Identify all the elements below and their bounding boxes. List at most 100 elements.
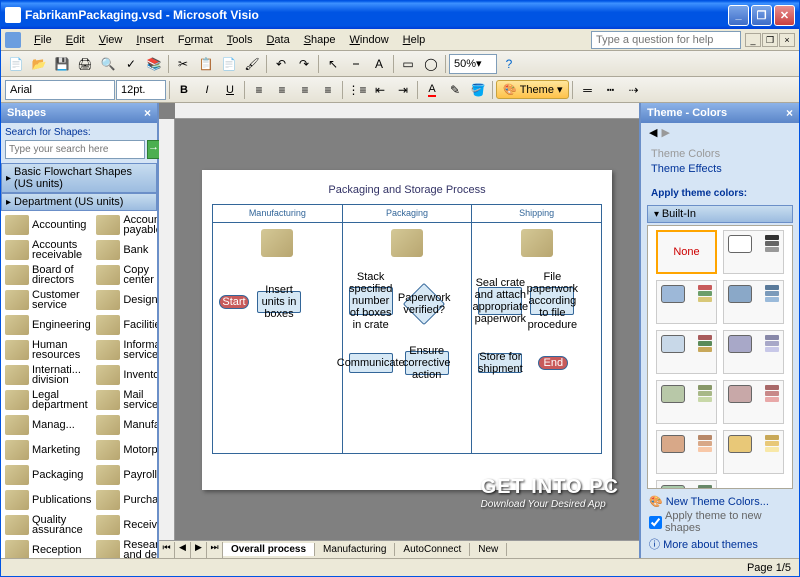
text-button[interactable]: A: [368, 53, 390, 75]
mdi-minimize-button[interactable]: _: [745, 33, 761, 47]
shape-item[interactable]: Human resources: [3, 338, 93, 362]
shape-item[interactable]: Design: [94, 288, 157, 312]
print-button[interactable]: 🖨: [74, 53, 96, 75]
shape-item[interactable]: Receiving: [94, 513, 157, 537]
line-color-button[interactable]: ✎: [444, 79, 466, 101]
mdi-restore-button[interactable]: ❐: [762, 33, 778, 47]
theme-colors-link[interactable]: Theme Colors: [651, 148, 789, 160]
theme-swatch[interactable]: [656, 280, 717, 324]
shape-item[interactable]: Facilities: [94, 313, 157, 337]
bold-button[interactable]: B: [173, 79, 195, 101]
shapes-close-button[interactable]: ×: [144, 106, 151, 120]
builtin-header[interactable]: ▾ Built-In: [647, 205, 793, 223]
shape-item[interactable]: Copy center: [94, 263, 157, 287]
paste-button[interactable]: 📄: [218, 53, 240, 75]
format-painter-button[interactable]: 🖌: [241, 53, 263, 75]
menu-help[interactable]: Help: [396, 32, 433, 48]
menu-window[interactable]: Window: [343, 32, 396, 48]
line-ends-button[interactable]: ⇢: [622, 79, 644, 101]
new-button[interactable]: 📄: [5, 53, 27, 75]
justify-button[interactable]: ≡: [317, 79, 339, 101]
menu-data[interactable]: Data: [259, 32, 296, 48]
tab-last-button[interactable]: ⏭: [207, 542, 223, 558]
shape-item[interactable]: Motorpool: [94, 438, 157, 462]
decrease-indent-button[interactable]: ⇤: [369, 79, 391, 101]
connector-button[interactable]: ⎯: [345, 53, 367, 75]
save-button[interactable]: 💾: [51, 53, 73, 75]
font-color-button[interactable]: A: [421, 79, 443, 101]
theme-swatch-none[interactable]: None: [656, 230, 717, 274]
theme-swatch[interactable]: [723, 330, 784, 374]
ellipse-button[interactable]: ◯: [420, 53, 442, 75]
terminator-start[interactable]: Start: [219, 295, 249, 309]
stencil-header-department[interactable]: ▸ Department (US units): [1, 193, 157, 211]
cut-button[interactable]: ✂: [172, 53, 194, 75]
theme-effects-link[interactable]: Theme Effects: [651, 163, 789, 175]
page-tab[interactable]: Manufacturing: [315, 543, 395, 556]
theme-swatch[interactable]: [723, 380, 784, 424]
shape-item[interactable]: Legal department: [3, 388, 93, 412]
redo-button[interactable]: ↷: [293, 53, 315, 75]
spelling-button[interactable]: ✓: [120, 53, 142, 75]
menu-format[interactable]: Format: [171, 32, 220, 48]
theme-swatch[interactable]: [723, 430, 784, 474]
mdi-close-button[interactable]: ×: [779, 33, 795, 47]
process-box[interactable]: Insert units in boxes: [257, 291, 301, 313]
shape-item[interactable]: Marketing: [3, 438, 93, 462]
align-center-button[interactable]: ≡: [271, 79, 293, 101]
visio-icon[interactable]: [5, 32, 21, 48]
menu-edit[interactable]: Edit: [59, 32, 92, 48]
open-button[interactable]: 📂: [28, 53, 50, 75]
undo-button[interactable]: ↶: [270, 53, 292, 75]
more-about-themes-link[interactable]: ⓘ More about themes: [649, 534, 791, 554]
process-box[interactable]: File paperwork according to file procedu…: [530, 287, 574, 315]
menu-file[interactable]: File: [27, 32, 59, 48]
back-button[interactable]: ◀: [649, 126, 657, 139]
shape-item[interactable]: Accounts payable: [94, 213, 157, 237]
underline-button[interactable]: U: [219, 79, 241, 101]
theme-swatch[interactable]: [723, 280, 784, 324]
theme-swatch[interactable]: [656, 430, 717, 474]
increase-indent-button[interactable]: ⇥: [392, 79, 414, 101]
shape-item[interactable]: Customer service: [3, 288, 93, 312]
shape-item[interactable]: Accounting: [3, 213, 93, 237]
shape-item[interactable]: Engineering: [3, 313, 93, 337]
theme-swatch[interactable]: [656, 380, 717, 424]
terminator-end[interactable]: End: [538, 356, 568, 370]
theme-close-button[interactable]: ×: [786, 106, 793, 120]
shape-item[interactable]: Payroll: [94, 463, 157, 487]
tab-first-button[interactable]: ⏮: [159, 542, 175, 558]
tab-next-button[interactable]: ▶: [191, 542, 207, 558]
shape-item[interactable]: Inventory: [94, 363, 157, 387]
line-weight-button[interactable]: ═: [576, 79, 598, 101]
theme-swatch[interactable]: [656, 480, 717, 489]
page-tab[interactable]: New: [470, 543, 507, 556]
menu-view[interactable]: View: [92, 32, 130, 48]
shape-item[interactable]: Internati... division: [3, 363, 93, 387]
align-left-button[interactable]: ≡: [248, 79, 270, 101]
forward-button[interactable]: ▶: [661, 126, 669, 139]
research-button[interactable]: 📚: [143, 53, 165, 75]
minimize-button[interactable]: _: [728, 5, 749, 26]
process-box[interactable]: Communicate: [349, 353, 393, 373]
shape-item[interactable]: Bank: [94, 238, 157, 262]
tab-prev-button[interactable]: ◀: [175, 542, 191, 558]
shape-item[interactable]: Board of directors: [3, 263, 93, 287]
zoom-combo[interactable]: 50% ▾: [449, 54, 497, 74]
close-button[interactable]: ✕: [774, 5, 795, 26]
stencil-header-flowchart[interactable]: ▸ Basic Flowchart Shapes (US units): [1, 163, 157, 193]
process-box[interactable]: Stack specified number of boxes in crate: [349, 287, 393, 315]
font-combo[interactable]: Arial: [5, 80, 115, 100]
page-tab[interactable]: Overall process: [223, 543, 315, 556]
pointer-button[interactable]: ↖: [322, 53, 344, 75]
copy-button[interactable]: 📋: [195, 53, 217, 75]
apply-to-new-checkbox[interactable]: Apply theme to new shapes: [649, 510, 791, 534]
menu-tools[interactable]: Tools: [220, 32, 260, 48]
process-box[interactable]: Store for shipment: [478, 353, 522, 373]
fill-color-button[interactable]: 🪣: [467, 79, 489, 101]
decision-box[interactable]: Paperwork verified?: [402, 282, 444, 324]
align-right-button[interactable]: ≡: [294, 79, 316, 101]
shape-item[interactable]: Quality assurance: [3, 513, 93, 537]
process-box[interactable]: Seal crate and attach appropriate paperw…: [478, 287, 522, 315]
maximize-button[interactable]: ❐: [751, 5, 772, 26]
